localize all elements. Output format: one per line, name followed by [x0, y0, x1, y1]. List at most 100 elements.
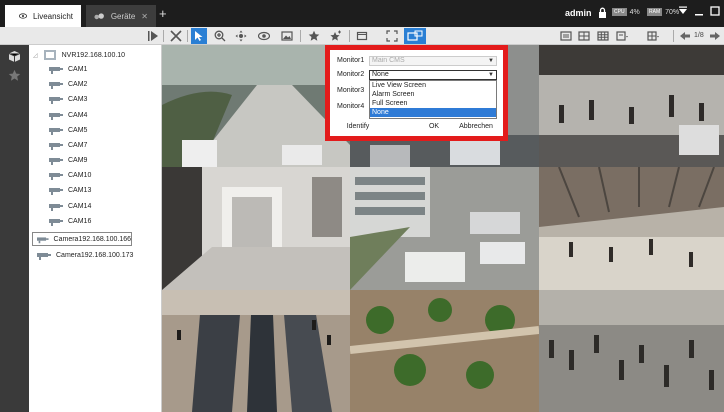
tree-label: CAM16: [68, 217, 92, 225]
tree-cam[interactable]: CAM4: [49, 108, 87, 122]
camera-icon: [49, 157, 63, 165]
cpu-chip: CPU: [612, 8, 627, 16]
username: admin: [565, 8, 592, 18]
tree-label: CAM5: [68, 126, 88, 134]
option-none[interactable]: None: [370, 108, 496, 117]
video-tile-station-crowd[interactable]: [539, 45, 724, 167]
play-icon[interactable]: [145, 28, 161, 44]
video-tile-parking-lot[interactable]: [350, 167, 539, 290]
layout-1-icon[interactable]: [558, 28, 574, 44]
zoom-in-icon[interactable]: [212, 28, 228, 44]
close-all-icon[interactable]: [168, 28, 184, 44]
video-tile-crowd-hall[interactable]: [539, 290, 724, 412]
tree-cam[interactable]: CAM9: [49, 153, 87, 167]
tree-label: CAM3: [68, 95, 88, 103]
tree-label: CAM9: [68, 156, 88, 164]
video-tile-road[interactable]: [162, 45, 350, 167]
menu-dropdown-icon[interactable]: [678, 6, 688, 16]
video-tile-courtyard[interactable]: [350, 290, 539, 412]
tree-cam[interactable]: CAM10: [49, 168, 91, 182]
collapse-icon[interactable]: ◿: [33, 52, 38, 59]
tree-camera-173[interactable]: Camera192.168.100.173: [37, 248, 133, 262]
tree-label: CAM2: [68, 80, 88, 88]
window-layout-icon[interactable]: [354, 28, 370, 44]
tree-cam[interactable]: CAM16: [49, 214, 91, 228]
tree-cam[interactable]: CAM13: [49, 183, 91, 197]
tree-label: Camera192.168.100.173: [56, 251, 134, 259]
tree-cam[interactable]: CAM1: [49, 62, 87, 76]
camera-icon: [49, 96, 63, 104]
nvr-icon: [43, 50, 56, 60]
video-tile-hallway[interactable]: [162, 167, 350, 290]
monitor1-select: Main CMS ▼: [369, 56, 497, 66]
option-live-view-screen[interactable]: Live View Screen: [370, 81, 496, 90]
monitor2-select[interactable]: None ▼: [369, 70, 497, 80]
option-alarm-screen[interactable]: Alarm Screen: [370, 90, 496, 99]
layout-4-icon[interactable]: [576, 28, 592, 44]
tab-label: Liveansicht: [32, 11, 73, 21]
ram-meter: RAM 70%: [647, 8, 679, 16]
title-bar: Liveansicht Geräte ✕ + admin CPU 4% RAM …: [0, 0, 724, 27]
video-tile-escalators[interactable]: [162, 290, 350, 412]
monitor1-value: Main CMS: [372, 57, 405, 64]
eye-icon: [19, 13, 27, 19]
add-tab-button[interactable]: +: [159, 6, 167, 21]
favorite-add-icon[interactable]: [328, 28, 344, 44]
ptz-icon[interactable]: [233, 28, 249, 44]
monitor2-dropdown-list: Live View Screen Alarm Screen Full Scree…: [369, 80, 497, 119]
ok-button[interactable]: OK: [420, 121, 448, 133]
cpu-meter: CPU 4%: [612, 8, 640, 16]
multi-screen-icon[interactable]: [404, 28, 426, 44]
tree-cam[interactable]: CAM5: [49, 123, 87, 137]
chevron-down-icon[interactable]: ▼: [488, 71, 494, 79]
camera-icon: [49, 142, 63, 150]
monitor-dialog: Monitor1 Main CMS ▼ Monitor2 None ▼ Moni…: [330, 50, 503, 136]
layout-9-icon[interactable]: [595, 28, 611, 44]
video-tile-terminal-hall[interactable]: [539, 167, 724, 290]
device-tree: ◿ NVR192.168.100.10 CAM1 CAM2 CAM3 CAM4 …: [29, 45, 162, 412]
minimize-icon[interactable]: [694, 6, 704, 16]
maximize-icon[interactable]: [710, 6, 720, 16]
view-icon[interactable]: [256, 28, 272, 44]
tree-label: NVR192.168.100.10: [61, 51, 126, 59]
camera-icon: [49, 172, 63, 180]
tree-camera-166[interactable]: Camera192.168.100.166: [32, 232, 132, 246]
toolbar-divider: [673, 30, 674, 42]
toolbar-divider: [349, 30, 350, 42]
tree-cam[interactable]: CAM3: [49, 92, 87, 106]
close-tab-icon[interactable]: ✕: [141, 12, 148, 21]
layout-menu-icon[interactable]: [614, 28, 630, 44]
tab-liveansicht[interactable]: Liveansicht: [5, 5, 81, 27]
monitor2-label: Monitor2: [337, 71, 365, 78]
tree-label: CAM4: [68, 111, 88, 119]
identify-button[interactable]: Identify: [342, 121, 374, 133]
pointer-icon[interactable]: [191, 28, 207, 44]
image-icon[interactable]: [279, 28, 295, 44]
next-page-icon[interactable]: [707, 28, 723, 44]
device-box-icon[interactable]: [8, 50, 21, 63]
toolbar-divider: [163, 30, 164, 42]
tree-label: CAM1: [68, 65, 88, 73]
prev-page-icon[interactable]: [677, 28, 693, 44]
tree-label: CAM14: [68, 202, 92, 210]
camera-icon: [49, 218, 63, 226]
layout-custom-icon[interactable]: [645, 28, 661, 44]
tree-cam[interactable]: CAM7: [49, 138, 87, 152]
monitor3-label: Monitor3: [337, 87, 365, 94]
option-full-screen[interactable]: Full Screen: [370, 99, 496, 108]
tree-cam[interactable]: CAM2: [49, 77, 87, 91]
camera-icon: [49, 112, 63, 120]
tree-cam[interactable]: CAM14: [49, 199, 91, 213]
star-icon[interactable]: [8, 69, 21, 82]
tab-geraete[interactable]: Geräte ✕: [86, 5, 156, 27]
fullscreen-icon[interactable]: [384, 28, 400, 44]
tree-nvr[interactable]: ◿ NVR192.168.100.10: [33, 48, 125, 62]
camera-icon: [37, 236, 49, 243]
camera-icon: [49, 81, 63, 89]
lock-icon[interactable]: [598, 7, 607, 18]
cancel-button[interactable]: Abbrechen: [454, 121, 498, 133]
camera-icon: [49, 203, 63, 211]
page-indicator: 1/8: [694, 32, 704, 39]
toolbar-divider: [187, 30, 188, 42]
favorite-icon[interactable]: [306, 28, 322, 44]
